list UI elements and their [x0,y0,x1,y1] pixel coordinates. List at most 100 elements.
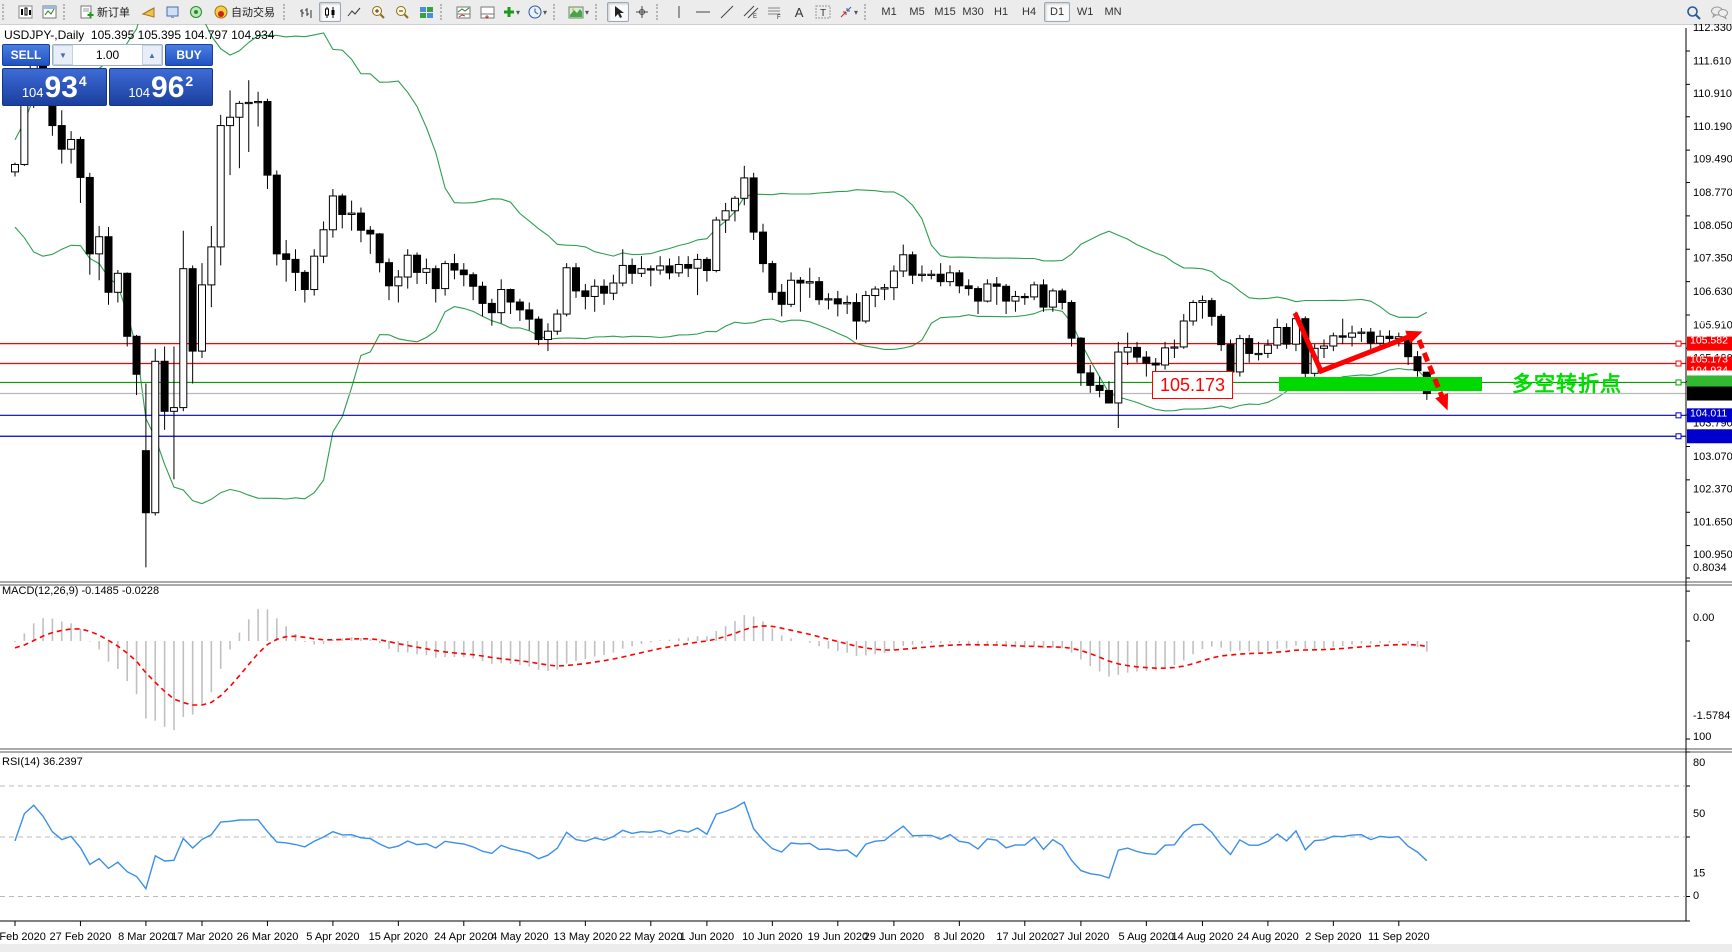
bar-chart-mode-button[interactable] [295,2,317,22]
toolbar-grip[interactable] [63,4,72,20]
equidistant-channel-button[interactable]: E [740,2,762,22]
date-label: 17 Jul 2020 [996,931,1053,943]
date-label: 13 May 2020 [554,931,618,943]
add-indicator-button[interactable]: ▾ [500,2,523,22]
sell-price-sup: 4 [79,73,87,89]
period-button[interactable]: ▾ [525,2,550,22]
timeframe-W1[interactable]: W1 [1072,2,1098,22]
templates-button[interactable]: ▾ [565,2,592,22]
timeframe-MN[interactable]: MN [1100,2,1126,22]
volume-increase-button[interactable]: ▲ [142,45,162,65]
horn-icon [141,6,156,19]
macd-tick-label: 0.8034 [1693,562,1727,574]
date-label: 19 Jun 2020 [808,931,869,943]
candle-chart-icon [18,5,33,19]
volume-stepper: ▼ 1.00 ▲ [52,44,163,66]
annotation-shapes [1279,313,1482,404]
auto-trading-button[interactable]: 自动交易 [209,2,280,22]
date-label: 17 Mar 2020 [171,931,233,943]
vertical-line-button[interactable] [668,2,690,22]
toolbar-grip[interactable] [553,4,562,20]
severity-button[interactable] [137,2,159,22]
trendline-button[interactable] [716,2,738,22]
trendline-icon [720,5,734,19]
toolbar-grip[interactable] [864,4,873,20]
sell-price-panel[interactable]: 104 93 4 [2,68,107,106]
zoom-out-icon [395,5,410,19]
tile-windows-icon [419,6,434,19]
toolbar-grip[interactable] [440,4,449,20]
arrows-button[interactable]: ▾ [836,2,861,22]
buy-price-big: 96 [151,73,184,103]
price-tick-label: 110.190 [1693,121,1732,133]
dropdown-arrow-icon: ▾ [585,8,589,17]
dropdown-arrow-icon: ▾ [543,8,547,17]
volume-decrease-button[interactable]: ▼ [53,45,73,65]
buy-button[interactable]: BUY [165,44,213,66]
zoom-in-button[interactable] [367,2,389,22]
chart-canvas[interactable]: 112.330111.610110.910110.190109.490108.7… [0,24,1732,952]
one-click-trading-panel: SELL ▼ 1.00 ▲ BUY 104 93 4 104 96 2 [2,44,213,106]
timeframe-M5[interactable]: M5 [904,2,930,22]
candlesticks [12,56,1431,567]
date-label: 8 Mar 2020 [118,931,174,943]
green-zone-rectangle[interactable] [1279,377,1482,391]
market-watch-button[interactable] [161,2,183,22]
indicator-list-button[interactable] [452,2,474,22]
indicator-window-button[interactable] [476,2,498,22]
price-annotation-label[interactable]: 105.173 [1152,371,1233,399]
toolbar-grip[interactable] [656,4,665,20]
volume-value[interactable]: 1.00 [73,45,142,65]
letter-a-icon: A [795,5,804,20]
date-label: 14 Aug 2020 [1172,931,1234,943]
symbol-ohlc-line: USDJPY-,Daily 105.395 105.395 104.797 10… [4,28,275,42]
macd-pane: 0.80340.00-1.5784 [15,562,1730,739]
search-button[interactable] [1683,2,1705,22]
toolbar-grip[interactable] [283,4,292,20]
new-order-icon [80,5,94,19]
timeframe-M1[interactable]: M1 [876,2,902,22]
new-order-button[interactable]: 新订单 [75,2,135,22]
svg-text:T: T [820,8,826,19]
rsi-tick-label: 15 [1693,868,1705,880]
macd-pane-label: MACD(12,26,9) -0.1485 -0.0228 [2,585,159,597]
chat-button[interactable] [1707,2,1731,22]
tile-windows-button[interactable] [415,2,437,22]
new-chart-button[interactable] [14,2,36,22]
dropdown-arrow-icon: ▾ [516,8,520,17]
profiles-button[interactable] [38,2,60,22]
auto-trading-icon [214,5,228,19]
date-label: 1 Jun 2020 [680,931,734,943]
price-tick-label: 101.650 [1693,517,1732,529]
timeframe-H1[interactable]: H1 [988,2,1014,22]
monitor-icon [165,6,180,19]
channel-icon: E [743,5,759,19]
horizontal-line-button[interactable] [692,2,714,22]
cursor-button[interactable] [607,2,629,22]
zoom-out-button[interactable] [391,2,413,22]
buy-price-main: 104 [128,85,150,100]
news-button[interactable] [185,2,207,22]
timeframe-bar: M1M5M15M30H1H4D1W1MN [875,2,1127,22]
buy-price-panel[interactable]: 104 96 2 [109,68,214,106]
timeframe-H4[interactable]: H4 [1016,2,1042,22]
sell-button[interactable]: SELL [2,44,50,66]
toolbar-grip[interactable] [2,4,11,20]
timeframe-M30[interactable]: M30 [960,2,986,22]
rsi-pane: 1008050150 [0,731,1711,921]
timeframe-M15[interactable]: M15 [932,2,958,22]
timeframe-D1[interactable]: D1 [1044,2,1070,22]
svg-text:F: F [777,15,781,19]
fibonacci-button[interactable]: F [764,2,786,22]
line-chart-mode-button[interactable] [343,2,365,22]
text-button[interactable]: A [788,2,810,22]
window-icon [42,5,57,19]
turning-point-annotation[interactable]: 多空转折点 [1512,368,1622,398]
rsi-pane-label: RSI(14) 36.2397 [2,756,83,768]
rsi-tick-label: 0 [1693,890,1699,902]
date-label: 5 Aug 2020 [1119,931,1175,943]
candle-chart-mode-button[interactable] [319,2,341,22]
crosshair-button[interactable] [631,2,653,22]
text-label-button[interactable]: T [812,2,834,22]
toolbar-grip[interactable] [595,4,604,20]
